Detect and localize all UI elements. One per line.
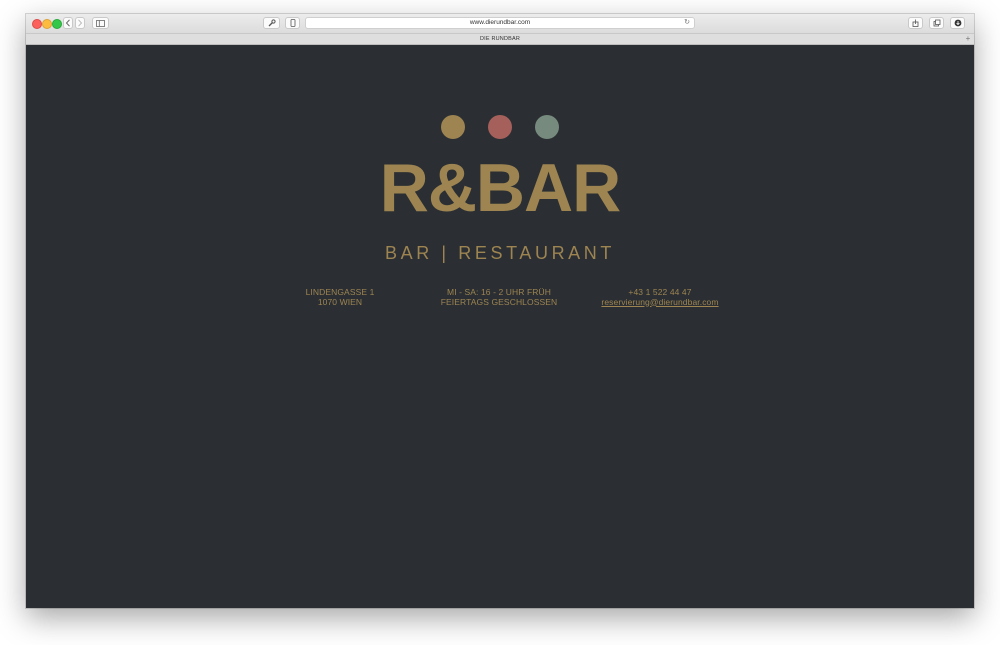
browser-window: www.dierundbar.com ↻ DIE RUNDBAR + R&BAR… [26, 14, 974, 608]
reload-icon[interactable]: ↻ [684, 18, 690, 28]
chevron-left-icon [65, 19, 70, 27]
device-icon [290, 19, 295, 27]
email-link[interactable]: reservierung@dierundbar.com [601, 297, 718, 307]
site-logo[interactable]: R&BAR [26, 148, 974, 228]
new-tab-button[interactable]: + [964, 35, 972, 43]
red-dot [488, 115, 512, 139]
downloads-button[interactable] [950, 17, 965, 29]
address-bar[interactable]: www.dierundbar.com ↻ [305, 17, 695, 29]
chevron-right-icon [78, 19, 83, 27]
page-content: R&BAR BAR | RESTAURANT LINDENGASSE 1 107… [26, 45, 974, 608]
tab-bar: DIE RUNDBAR + [26, 34, 974, 45]
share-icon [912, 19, 919, 27]
gold-dot [441, 115, 465, 139]
tabs-button[interactable] [929, 17, 944, 29]
share-button[interactable] [908, 17, 923, 29]
tools-button[interactable] [263, 17, 280, 29]
close-window-button[interactable] [32, 19, 42, 29]
site-tagline: BAR | RESTAURANT [385, 243, 615, 263]
tabs-icon [933, 19, 940, 27]
green-dot [535, 115, 559, 139]
zoom-window-button[interactable] [52, 19, 62, 29]
sidebar-icon [96, 19, 105, 27]
device-button[interactable] [285, 17, 300, 29]
wrench-icon [268, 19, 276, 27]
download-icon [954, 19, 961, 27]
url-text: www.dierundbar.com [469, 19, 531, 26]
sidebar-button[interactable] [92, 17, 109, 29]
contact-block: +43 1 522 44 47 reservierung@dierundbar.… [560, 287, 760, 307]
forward-button[interactable] [75, 17, 85, 29]
back-button[interactable] [63, 17, 73, 29]
browser-toolbar: www.dierundbar.com ↻ [26, 14, 974, 34]
logo-dots [26, 115, 974, 139]
tab-title[interactable]: DIE RUNDBAR [480, 36, 520, 42]
minimize-window-button[interactable] [42, 19, 52, 29]
